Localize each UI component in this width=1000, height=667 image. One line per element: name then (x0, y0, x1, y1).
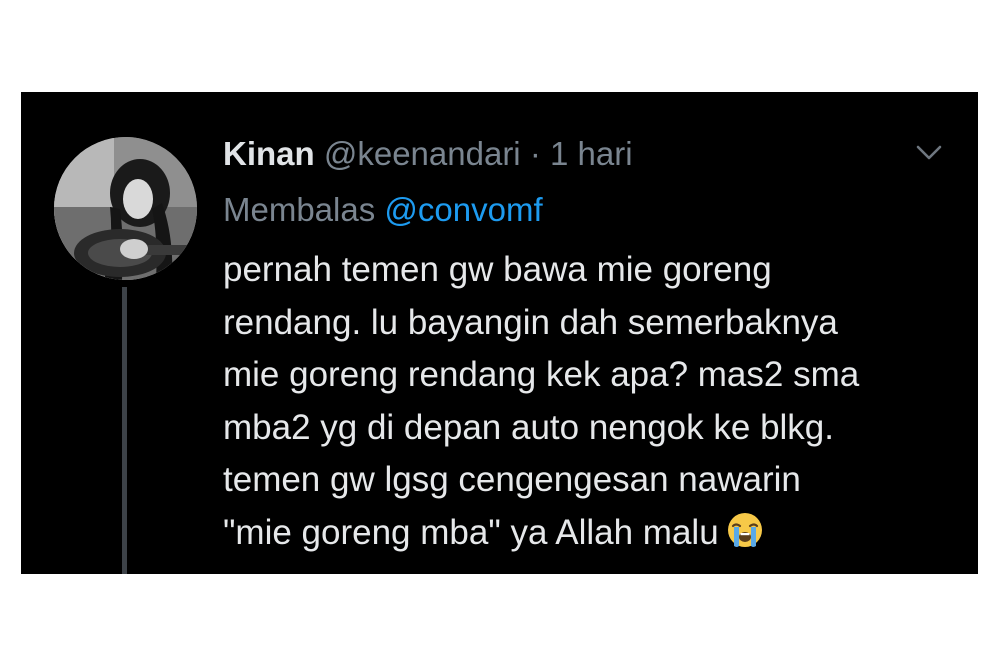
author-name[interactable]: Kinan (223, 135, 315, 172)
tweet-text-line: "mie goreng mba" ya Allah malu (223, 512, 719, 552)
separator-dot: · (529, 135, 541, 172)
chevron-down-icon[interactable] (914, 142, 944, 164)
thread-line (122, 287, 127, 574)
tweet-text-line: mie goreng rendang kek apa? mas2 sma (223, 355, 860, 394)
tweet-header: Kinan @keenandari · 1 hari (223, 132, 633, 176)
avatar[interactable] (54, 137, 197, 280)
tweet-text-line-last: "mie goreng mba" ya Allah malu (223, 507, 963, 560)
tweet-text-line: mba2 yg di depan auto nengok ke blkg. (223, 407, 834, 447)
timestamp[interactable]: 1 hari (550, 135, 633, 172)
tweet-text-line: pernah temen gw bawa mie goreng (223, 250, 772, 289)
tweet-text: pernah temen gw bawa mie goreng rendang.… (223, 244, 963, 559)
reply-label: Membalas (223, 191, 376, 228)
tweet-text-line: temen gw lgsg cengengesan nawarin (223, 460, 801, 499)
tweet-panel: Kinan @keenandari · 1 hari Membalas @con… (21, 92, 978, 574)
reply-target-link[interactable]: @convomf (384, 191, 542, 228)
loudly-crying-face-icon (725, 510, 765, 550)
author-handle[interactable]: @keenandari (324, 135, 521, 172)
reply-context: Membalas @convomf (223, 188, 543, 232)
tweet-text-line: rendang. lu bayangin dah semerbaknya (223, 302, 838, 342)
avatar-photo (54, 137, 197, 280)
